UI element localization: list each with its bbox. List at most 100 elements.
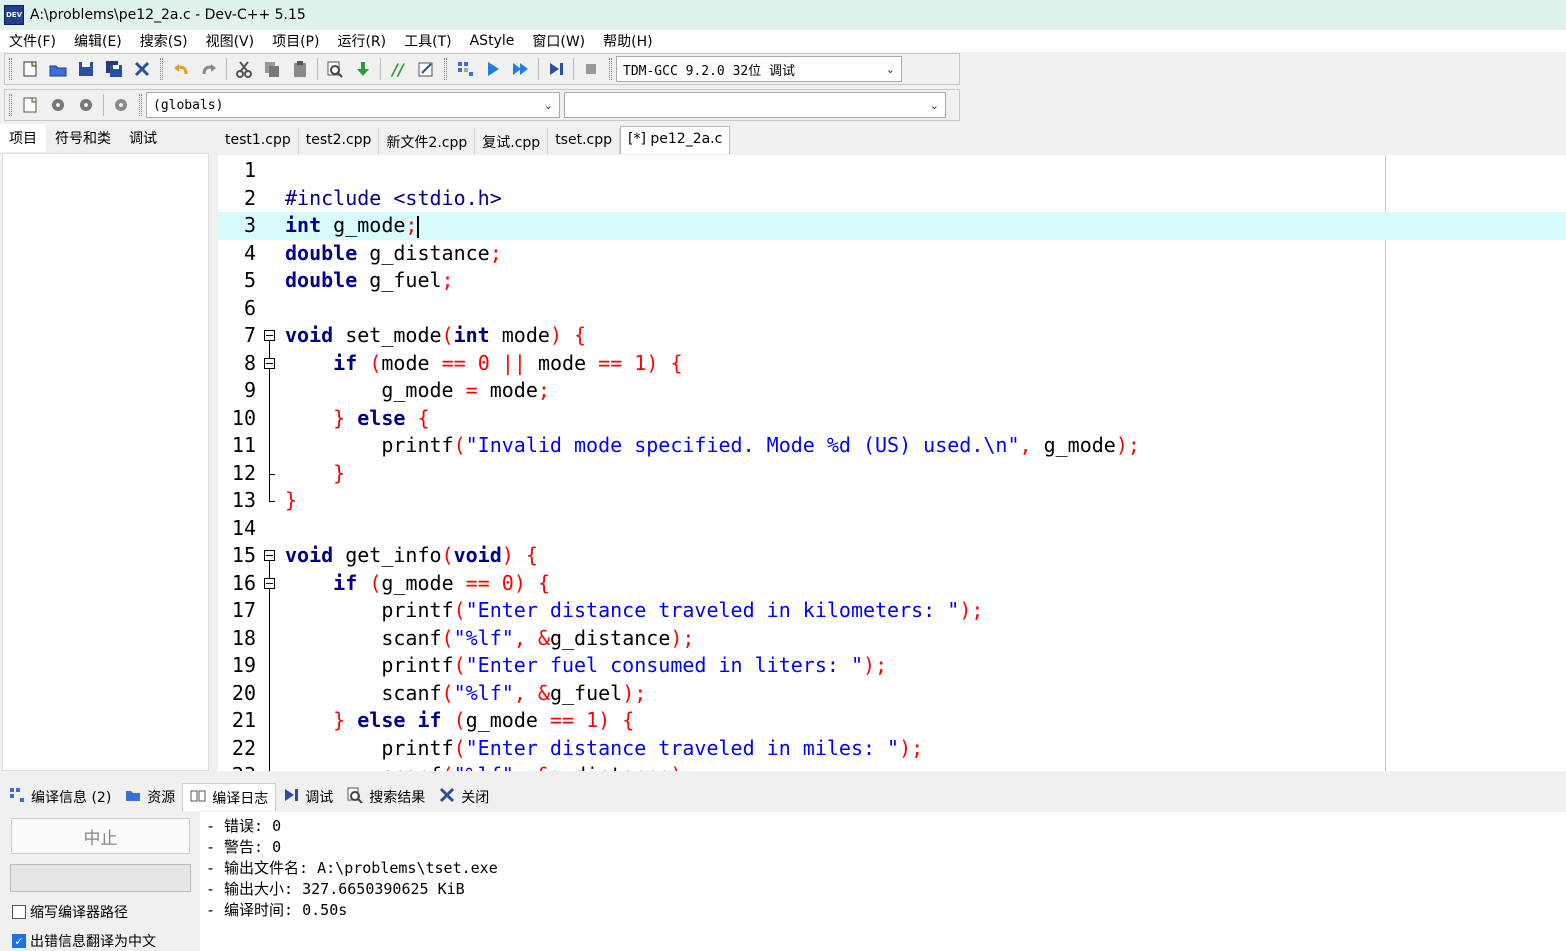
compile-icon[interactable] bbox=[454, 58, 476, 80]
tab-compiler-messages[interactable]: 编译信息 (2) bbox=[2, 783, 118, 811]
toolbar-separator bbox=[317, 58, 318, 80]
menu-view[interactable]: 视图(V) bbox=[197, 31, 264, 51]
shorten-path-checkbox[interactable]: 缩写编译器路径 bbox=[12, 902, 128, 922]
tab-label: 搜索结果 bbox=[369, 790, 426, 806]
code-editor[interactable]: 1 2 #include <stdio.h> 3 int g_mode; 4 doub… bbox=[218, 155, 1566, 771]
insert-gear-icon[interactable] bbox=[110, 94, 132, 116]
window-title: A:\problems\pe12_2a.c - Dev-C++ 5.15 bbox=[30, 7, 306, 23]
stop-icon[interactable] bbox=[580, 58, 602, 80]
left-panel-tabs: 项目 符号和类 调试 bbox=[0, 124, 210, 152]
toolbar-grip[interactable] bbox=[139, 94, 142, 116]
save-icon[interactable] bbox=[75, 58, 97, 80]
fold-toggle-icon[interactable] bbox=[263, 542, 277, 570]
file-tab-active[interactable]: [*] pe12_2a.c bbox=[620, 126, 731, 154]
fold-line bbox=[263, 459, 277, 488]
line-number: 17 bbox=[231, 598, 256, 622]
menu-tools[interactable]: 工具(T) bbox=[395, 31, 460, 51]
class-gear-icon[interactable] bbox=[47, 94, 69, 116]
save-all-icon[interactable] bbox=[103, 58, 125, 80]
file-tab[interactable]: test2.cpp bbox=[298, 128, 380, 154]
fold-toggle-icon[interactable] bbox=[263, 322, 277, 350]
checkbox-box-checked[interactable]: ✓ bbox=[12, 934, 26, 948]
toolbar-grip[interactable] bbox=[609, 58, 612, 80]
compile-run-icon[interactable] bbox=[510, 58, 532, 80]
toolbar-grip[interactable] bbox=[160, 58, 163, 80]
code-text: printf("Invalid mode specified. Mode %d … bbox=[285, 433, 1140, 457]
grid-icon bbox=[9, 787, 25, 807]
book-icon bbox=[190, 788, 206, 808]
open-file-icon[interactable] bbox=[47, 58, 69, 80]
tab-close[interactable]: 关闭 bbox=[432, 783, 496, 811]
member-select[interactable]: ⌄ bbox=[564, 92, 946, 118]
tab-symbols[interactable]: 符号和类 bbox=[46, 124, 120, 152]
toolbar-grip[interactable] bbox=[9, 94, 12, 116]
code-line: 8 if (mode == 0 || mode == 1) { bbox=[218, 349, 1566, 378]
find-icon[interactable] bbox=[324, 58, 346, 80]
scope-select[interactable]: (globals) ⌄ bbox=[146, 92, 560, 118]
code-text: printf("Enter distance traveled in miles… bbox=[285, 735, 924, 760]
goto-line-icon[interactable] bbox=[352, 58, 374, 80]
file-tab[interactable]: 复试.cpp bbox=[475, 128, 549, 154]
fold-line bbox=[263, 404, 277, 433]
code-text: } bbox=[285, 488, 298, 512]
compile-log-output[interactable]: - 错误: 0 - 警告: 0 - 输出文件名: A:\problems\tse… bbox=[200, 812, 1566, 951]
menu-search[interactable]: 搜索(S) bbox=[131, 31, 197, 51]
comment-icon[interactable]: // bbox=[387, 58, 409, 80]
code-text: g_mode = mode; bbox=[285, 378, 550, 402]
tab-search-results[interactable]: 搜索结果 bbox=[340, 783, 432, 811]
file-tab[interactable]: 新文件2.cpp bbox=[379, 128, 476, 154]
menu-edit[interactable]: 编辑(E) bbox=[65, 31, 131, 51]
new-project-icon[interactable] bbox=[19, 94, 41, 116]
toolbar-separator bbox=[103, 94, 104, 116]
tab-resources[interactable]: 资源 bbox=[118, 783, 182, 811]
line-number: 3 bbox=[243, 213, 256, 237]
scope-select-value: (globals) bbox=[153, 97, 224, 113]
project-tree[interactable] bbox=[2, 153, 209, 771]
redo-icon[interactable] bbox=[198, 58, 220, 80]
code-line: 23 scanf("%lf", &g_distance); bbox=[218, 762, 1566, 771]
tab-compile-log[interactable]: 编译日志 bbox=[182, 783, 277, 811]
menu-project[interactable]: 项目(P) bbox=[263, 31, 328, 51]
class-gear-icon[interactable] bbox=[75, 94, 97, 116]
code-line: 2 #include <stdio.h> bbox=[218, 185, 1566, 213]
menu-run[interactable]: 运行(R) bbox=[328, 31, 395, 51]
chevron-down-icon: ⌄ bbox=[885, 62, 895, 76]
undo-icon[interactable] bbox=[170, 58, 192, 80]
menu-file[interactable]: 文件(F) bbox=[0, 31, 65, 51]
new-file-icon[interactable] bbox=[19, 58, 41, 80]
translate-errors-checkbox[interactable]: ✓ 出错信息翻译为中文 bbox=[12, 931, 156, 951]
toolbar-grip[interactable] bbox=[9, 58, 12, 80]
line-number: 15 bbox=[231, 543, 256, 567]
code-line: 11 printf("Invalid mode specified. Mode … bbox=[218, 432, 1566, 460]
line-number: 12 bbox=[231, 460, 256, 485]
paste-icon[interactable] bbox=[289, 58, 311, 80]
menu-help[interactable]: 帮助(H) bbox=[594, 31, 661, 51]
tab-debug-panel[interactable]: 调试 bbox=[276, 783, 340, 811]
code-line: 14 bbox=[218, 515, 1566, 543]
toolbar-grip[interactable] bbox=[444, 58, 447, 80]
cut-icon[interactable] bbox=[233, 58, 255, 80]
copy-icon[interactable] bbox=[261, 58, 283, 80]
line-number: 13 bbox=[231, 488, 256, 512]
compile-progress-bar bbox=[10, 864, 191, 892]
file-tab[interactable]: test1.cpp bbox=[218, 128, 299, 154]
menu-window[interactable]: 窗口(W) bbox=[523, 31, 594, 51]
log-line: - 输出文件名: A:\problems\tset.exe bbox=[206, 859, 498, 877]
code-line: 9 g_mode = mode; bbox=[218, 377, 1566, 405]
menu-astyle[interactable]: AStyle bbox=[461, 33, 524, 49]
fold-toggle-icon[interactable] bbox=[263, 569, 277, 598]
line-number: 20 bbox=[231, 680, 256, 705]
debug-icon[interactable] bbox=[545, 58, 567, 80]
stop-compile-button[interactable]: 中止 bbox=[11, 818, 190, 854]
compiler-select[interactable]: TDM-GCC 9.2.0 32位 调试 ⌄ bbox=[616, 56, 902, 82]
code-text: } else { bbox=[333, 405, 430, 430]
toolbar-separator bbox=[573, 58, 574, 80]
run-icon[interactable] bbox=[482, 58, 504, 80]
file-tab[interactable]: tset.cpp bbox=[548, 128, 620, 154]
tab-debug[interactable]: 调试 bbox=[120, 124, 166, 152]
fold-toggle-icon[interactable] bbox=[263, 349, 277, 378]
tab-project[interactable]: 项目 bbox=[0, 124, 46, 152]
close-file-icon[interactable] bbox=[131, 58, 153, 80]
format-icon[interactable] bbox=[415, 58, 437, 80]
checkbox-box[interactable] bbox=[12, 905, 26, 919]
